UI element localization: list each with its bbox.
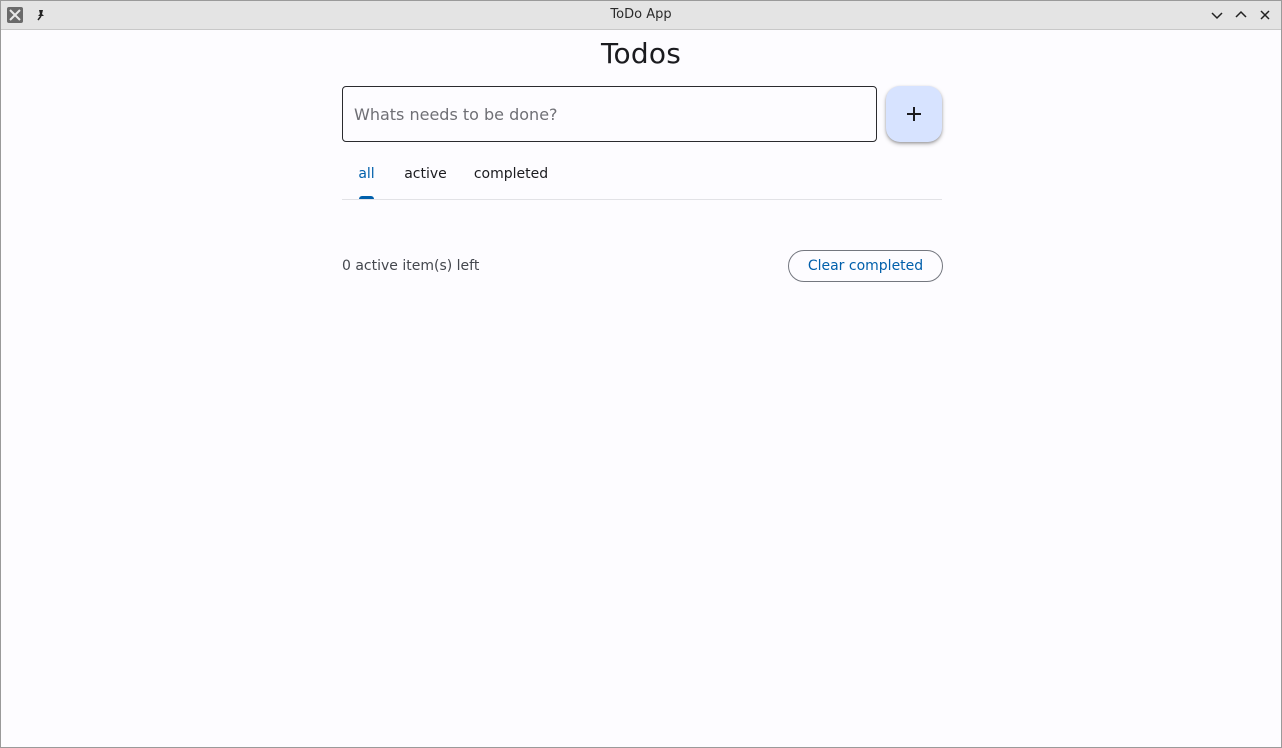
tab-active-label: active bbox=[404, 166, 447, 182]
window-title: ToDo App bbox=[610, 7, 672, 22]
new-todo-input[interactable] bbox=[354, 87, 854, 141]
tab-all-label: all bbox=[358, 166, 375, 182]
tab-completed[interactable]: completed bbox=[470, 156, 552, 199]
tab-indicator bbox=[359, 196, 374, 199]
tab-all[interactable]: all bbox=[342, 156, 391, 199]
close-button[interactable] bbox=[1256, 6, 1274, 24]
tab-completed-label: completed bbox=[473, 166, 549, 182]
filter-tabs: all active completed bbox=[342, 156, 942, 200]
new-todo-field[interactable] bbox=[342, 86, 877, 142]
tab-active[interactable]: active bbox=[397, 156, 454, 199]
add-todo-button[interactable] bbox=[886, 86, 942, 142]
page-title: Todos bbox=[601, 37, 681, 70]
app-window: ToDo App Todos all active completed 0 ac… bbox=[0, 0, 1282, 748]
clear-completed-button[interactable]: Clear completed bbox=[788, 250, 943, 282]
title-bar: ToDo App bbox=[1, 1, 1281, 30]
plus-icon bbox=[907, 107, 921, 121]
minimize-button[interactable] bbox=[1208, 6, 1226, 24]
items-left-count: 0 active item(s) left bbox=[342, 258, 480, 274]
maximize-button[interactable] bbox=[1232, 6, 1250, 24]
